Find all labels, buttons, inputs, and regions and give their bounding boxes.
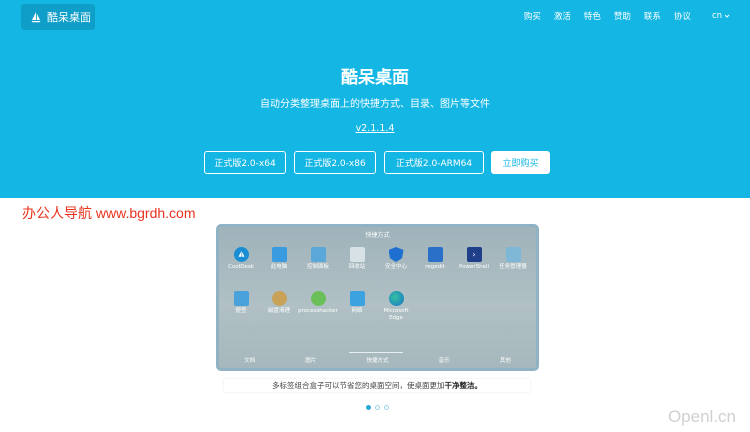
hero-title: 酷呆桌面 <box>341 68 409 88</box>
box-tab[interactable]: 快捷方式 <box>366 356 388 364</box>
desktop-icon: 控制面板 <box>298 247 338 271</box>
icon-label: 回收站 <box>348 264 366 270</box>
desktop-icon: 便签 <box>221 291 261 315</box>
monitor-icon <box>271 247 287 262</box>
disk-cleanup-icon <box>271 291 287 306</box>
icon-label: 磁盘清理 <box>267 308 290 314</box>
carousel-dot[interactable] <box>384 405 389 410</box>
nav-link-sponsor[interactable]: 赞助 <box>614 10 631 22</box>
download-arm64-button[interactable]: 正式版2.0-ARM64 <box>384 151 484 174</box>
watermark-text: 办公人导航 www.bgrdh.com <box>22 205 196 221</box>
brand-name: 酷呆桌面 <box>47 11 91 24</box>
icon-label: 此电脑 <box>270 264 288 270</box>
recycle-bin-icon <box>349 247 365 262</box>
icon-label: CoolDesk <box>228 264 254 270</box>
caption-bold: 干净整洁。 <box>444 381 483 390</box>
task-manager-icon <box>505 247 521 262</box>
edge-icon <box>388 291 404 306</box>
nav-link-activate[interactable]: 激活 <box>554 10 571 22</box>
hero-section: 酷呆桌面 购买 激活 特色 赞助 联系 协议 cn 酷呆桌面 自动分类整理桌面上… <box>0 0 750 198</box>
desktop-icon: 磁盘清理 <box>259 291 299 315</box>
powershell-icon: › <box>466 247 482 262</box>
buy-now-button[interactable]: 立即购买 <box>491 151 550 174</box>
icon-label: regedit <box>425 264 445 270</box>
hero-subtitle: 自动分类整理桌面上的快捷方式、目录、图片等文件 <box>260 99 490 110</box>
language-selector[interactable]: cn <box>712 11 730 21</box>
nav-link-agreement[interactable]: 协议 <box>674 10 691 22</box>
sailboat-icon <box>31 12 41 23</box>
icon-label: processhacker <box>298 308 338 314</box>
icon-label: 便签 <box>235 308 247 314</box>
nav-link-features[interactable]: 特色 <box>584 10 601 22</box>
icon-label: 控制面板 <box>306 264 329 270</box>
box-tab[interactable]: 文档 <box>244 356 255 364</box>
chevron-down-icon <box>724 14 730 18</box>
icon-label: Microsoft Edge <box>383 308 409 321</box>
language-label: cn <box>711 11 722 21</box>
brand-logo[interactable]: 酷呆桌面 <box>21 4 95 30</box>
box-tab[interactable]: 其他 <box>500 356 511 364</box>
desktop-icon: CoolDesk <box>221 247 261 271</box>
desktop-icon: 网络 <box>337 291 377 315</box>
nav-link-buy[interactable]: 购买 <box>524 10 541 22</box>
carousel-dots <box>366 405 389 410</box>
box-tabs: 文档 图片 快捷方式 音乐 其他 <box>219 352 536 368</box>
desktop-icon: regedit <box>415 247 455 271</box>
desktop-icon: 回收站 <box>337 247 377 271</box>
nav-link-contact[interactable]: 联系 <box>644 10 661 22</box>
download-x64-button[interactable]: 正式版2.0-x64 <box>204 151 286 174</box>
desktop-icon: 任务管理器 <box>493 247 533 271</box>
product-screenshot: 快捷方式 CoolDesk 此电脑 控制面板 回收站 安全中心 regedit … <box>216 224 539 371</box>
icon-label: PowerShell <box>458 264 490 270</box>
box-tab[interactable]: 图片 <box>305 356 316 364</box>
corner-watermark: Openl.cn <box>667 407 736 426</box>
desktop-icon: Microsoft Edge <box>376 291 416 321</box>
desktop-icon: 安全中心 <box>376 247 416 271</box>
desktop-icon: 此电脑 <box>259 247 299 271</box>
box-tab[interactable]: 音乐 <box>439 356 450 364</box>
desktop-icon: processhacker <box>298 291 338 315</box>
icon-label: 安全中心 <box>384 264 407 270</box>
screenshot-caption: 多标签组合盒子可以节省您的桌面空间，使桌面更加干净整洁。 <box>224 379 530 392</box>
carousel-dot[interactable] <box>375 405 380 410</box>
version-link[interactable]: v2.1.1.4 <box>0 123 750 134</box>
control-panel-icon <box>310 247 326 262</box>
download-x86-button[interactable]: 正式版2.0-x86 <box>294 151 376 174</box>
caption-text: 多标签组合盒子可以节省您的桌面空间，使桌面更加 <box>272 381 445 390</box>
network-icon <box>349 291 365 306</box>
nav-links: 购买 激活 特色 赞助 联系 协议 cn <box>524 10 730 22</box>
icon-label: 网络 <box>351 308 363 314</box>
cooldesk-icon <box>233 247 249 262</box>
carousel-dot[interactable] <box>366 405 371 410</box>
shield-icon <box>388 247 404 262</box>
desktop-icon: › PowerShell <box>454 247 494 271</box>
processhacker-icon <box>310 291 326 306</box>
top-nav: 酷呆桌面 购买 激活 特色 赞助 联系 协议 cn <box>0 0 750 34</box>
regedit-icon <box>427 247 443 262</box>
notes-icon <box>233 291 249 306</box>
icon-label: 任务管理器 <box>499 264 527 270</box>
box-title: 快捷方式 <box>365 232 390 239</box>
